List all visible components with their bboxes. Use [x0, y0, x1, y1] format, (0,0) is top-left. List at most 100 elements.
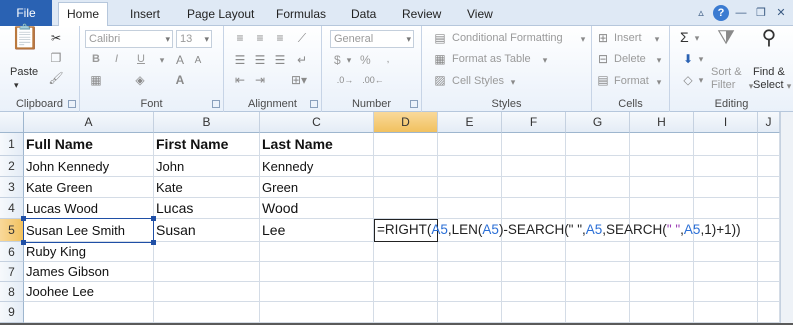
cell-a4[interactable]: Lucas Wood	[24, 198, 154, 219]
grid-cell[interactable]	[566, 177, 630, 198]
column-header-d[interactable]: D	[374, 112, 438, 133]
copy-icon[interactable]: ❐	[48, 50, 64, 66]
minimize-icon[interactable]: —	[733, 5, 749, 21]
grid-cell[interactable]	[374, 156, 438, 177]
grid-cell[interactable]	[566, 242, 630, 262]
row-header-5[interactable]: 5	[0, 219, 24, 242]
font-color-icon[interactable]: A	[172, 72, 188, 88]
cell-b4[interactable]: Lucas	[154, 198, 260, 219]
decrease-indent-icon[interactable]: ⇤	[232, 72, 248, 88]
grid-cell[interactable]	[694, 156, 758, 177]
help-icon[interactable]: ?	[713, 5, 729, 21]
grid-cell[interactable]	[630, 198, 694, 219]
row-header-6[interactable]: 6	[0, 242, 24, 262]
grid-cell[interactable]	[694, 302, 758, 323]
grid-cell[interactable]	[758, 242, 780, 262]
grid-cell[interactable]	[260, 282, 374, 302]
clear-dropdown-icon[interactable]: ▾	[696, 72, 706, 88]
align-left-icon[interactable]: ☰	[232, 52, 248, 68]
tab-file[interactable]: File	[0, 0, 52, 26]
insert-button[interactable]: Insert	[614, 32, 642, 44]
comma-style-icon[interactable]: ,	[380, 52, 396, 68]
grid-cell[interactable]	[502, 198, 566, 219]
cell-d5-editor[interactable]: =RIGHT(A5,LEN(A5)-SEARCH(" ",A5,SEARCH("…	[374, 219, 741, 242]
cell-a6[interactable]: Ruby King	[24, 242, 154, 262]
fill-dropdown-icon[interactable]: ▾	[696, 51, 706, 67]
underline-dropdown-icon[interactable]: ▾	[156, 52, 168, 68]
row-header-9[interactable]: 9	[0, 302, 24, 323]
cell-a3[interactable]: Kate Green	[24, 177, 154, 198]
grid-cell[interactable]	[758, 198, 780, 219]
cell-b3[interactable]: Kate	[154, 177, 260, 198]
column-header-a[interactable]: A	[24, 112, 154, 133]
column-header-i[interactable]: I	[694, 112, 758, 133]
font-launcher-icon[interactable]	[212, 100, 220, 108]
borders-icon[interactable]: ▦	[88, 72, 104, 88]
italic-button[interactable]: I	[115, 53, 118, 65]
conditional-formatting-icon[interactable]: ▤	[432, 30, 448, 46]
grid-cell[interactable]	[502, 156, 566, 177]
filter-button[interactable]: Filter	[711, 79, 735, 91]
row-header-2[interactable]: 2	[0, 156, 24, 177]
sort-filter-icon[interactable]: ⧩	[714, 28, 738, 48]
tab-formulas[interactable]: Formulas	[268, 3, 334, 26]
vertical-scrollbar[interactable]	[780, 112, 793, 325]
grid-cell[interactable]	[374, 198, 438, 219]
format-painter-icon[interactable]: 🖌	[48, 70, 64, 86]
grid-cell[interactable]	[374, 282, 438, 302]
column-header-e[interactable]: E	[438, 112, 502, 133]
cell-b5[interactable]: Susan	[154, 219, 260, 242]
grid-cell[interactable]	[438, 156, 502, 177]
cell-a2[interactable]: John Kennedy	[24, 156, 154, 177]
grid-cell[interactable]	[438, 282, 502, 302]
increase-indent-icon[interactable]: ⇥	[252, 72, 268, 88]
grid-cell[interactable]	[566, 133, 630, 156]
bottom-align-icon[interactable]: ≡	[272, 30, 288, 46]
grow-font-icon[interactable]: A	[172, 52, 188, 68]
grid-cell[interactable]	[566, 262, 630, 282]
alignment-launcher-icon[interactable]	[310, 100, 318, 108]
grid-cell[interactable]	[694, 242, 758, 262]
tab-home[interactable]: Home	[58, 2, 109, 27]
grid-cell[interactable]	[260, 242, 374, 262]
grid-cell[interactable]	[260, 262, 374, 282]
restore-icon[interactable]: ❐	[753, 5, 769, 21]
paste-button[interactable]: Paste	[10, 66, 38, 78]
range-handle-bl[interactable]	[21, 240, 26, 245]
grid-cell[interactable]	[566, 156, 630, 177]
grid-cell[interactable]	[758, 177, 780, 198]
fill-color-icon[interactable]: ◈	[132, 72, 148, 88]
grid-cell[interactable]	[694, 262, 758, 282]
align-right-icon[interactable]: ☰	[272, 52, 288, 68]
paste-icon[interactable]: 📋	[10, 26, 40, 60]
font-size-dropdown[interactable]: 13	[176, 30, 212, 48]
grid-cell[interactable]	[758, 302, 780, 323]
grid-cell[interactable]	[502, 262, 566, 282]
shrink-font-icon[interactable]: A	[190, 53, 206, 69]
grid-cell[interactable]	[694, 133, 758, 156]
grid-cell[interactable]	[566, 198, 630, 219]
tab-insert[interactable]: Insert	[122, 3, 168, 26]
grid-cell[interactable]	[630, 282, 694, 302]
format-cells-icon[interactable]: ▤	[596, 72, 610, 88]
cell-c4[interactable]: Wood	[260, 198, 374, 219]
grid-cell[interactable]	[374, 262, 438, 282]
grid-cell[interactable]	[154, 302, 260, 323]
align-center-icon[interactable]: ☰	[252, 52, 268, 68]
grid-cell[interactable]	[630, 133, 694, 156]
merge-center-icon[interactable]: ⊞▾	[286, 72, 312, 88]
sort-filter-button[interactable]: Sort &	[711, 66, 742, 78]
grid-cell[interactable]	[374, 242, 438, 262]
wrap-text-icon[interactable]: ↵	[294, 52, 310, 68]
cell-c2[interactable]: Kennedy	[260, 156, 374, 177]
grid-cell[interactable]	[694, 282, 758, 302]
conditional-formatting-dropdown-icon[interactable]: ▾	[578, 31, 588, 47]
tab-data[interactable]: Data	[343, 3, 384, 26]
row-header-1[interactable]: 1	[0, 133, 24, 156]
grid-cell[interactable]	[502, 282, 566, 302]
grid-cell[interactable]	[154, 282, 260, 302]
grid-cell[interactable]	[502, 302, 566, 323]
cell-c5[interactable]: Lee	[260, 219, 374, 242]
grid-cell[interactable]	[24, 302, 154, 323]
number-launcher-icon[interactable]	[410, 100, 418, 108]
